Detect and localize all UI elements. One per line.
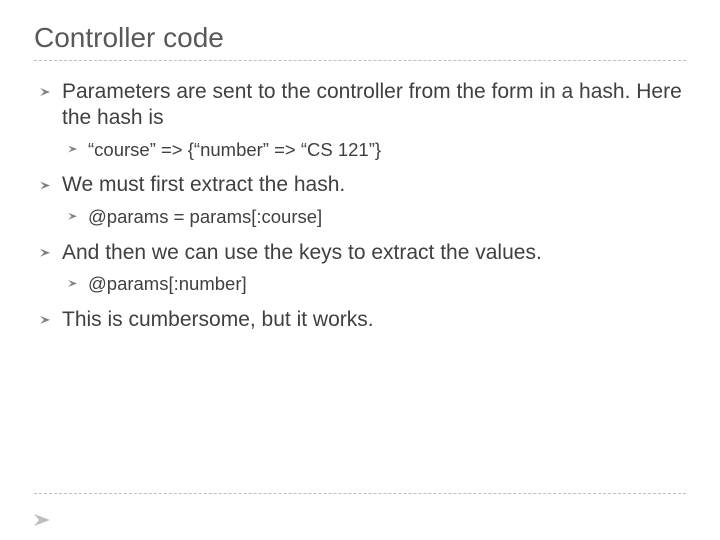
sub-list: @params = params[:course] (62, 205, 686, 230)
slide: Controller code Parameters are sent to t… (0, 0, 720, 540)
bullet-text: Parameters are sent to the controller fr… (62, 80, 682, 129)
bullet-item: And then we can use the keys to extract … (34, 240, 686, 297)
sub-list: @params[:number] (62, 272, 686, 297)
sub-text: @params = params[:course] (88, 206, 322, 227)
sub-text: “course” => {“number” => “CS 121”} (88, 139, 381, 160)
bullet-list: Parameters are sent to the controller fr… (34, 79, 686, 333)
title-divider (34, 60, 686, 61)
bullet-text: And then we can use the keys to extract … (62, 241, 542, 264)
sub-text: @params[:number] (88, 273, 247, 294)
bullet-item: This is cumbersome, but it works. (34, 307, 686, 333)
next-arrow-icon (34, 514, 50, 526)
sub-item: @params = params[:course] (62, 205, 686, 230)
sub-item: “course” => {“number” => “CS 121”} (62, 138, 686, 163)
bullet-text: This is cumbersome, but it works. (62, 308, 374, 331)
slide-title: Controller code (34, 22, 686, 54)
bottom-divider (34, 493, 686, 494)
bullet-item: Parameters are sent to the controller fr… (34, 79, 686, 162)
sub-item: @params[:number] (62, 272, 686, 297)
bullet-item: We must first extract the hash. @params … (34, 172, 686, 229)
sub-list: “course” => {“number” => “CS 121”} (62, 138, 686, 163)
bullet-text: We must first extract the hash. (62, 173, 345, 196)
